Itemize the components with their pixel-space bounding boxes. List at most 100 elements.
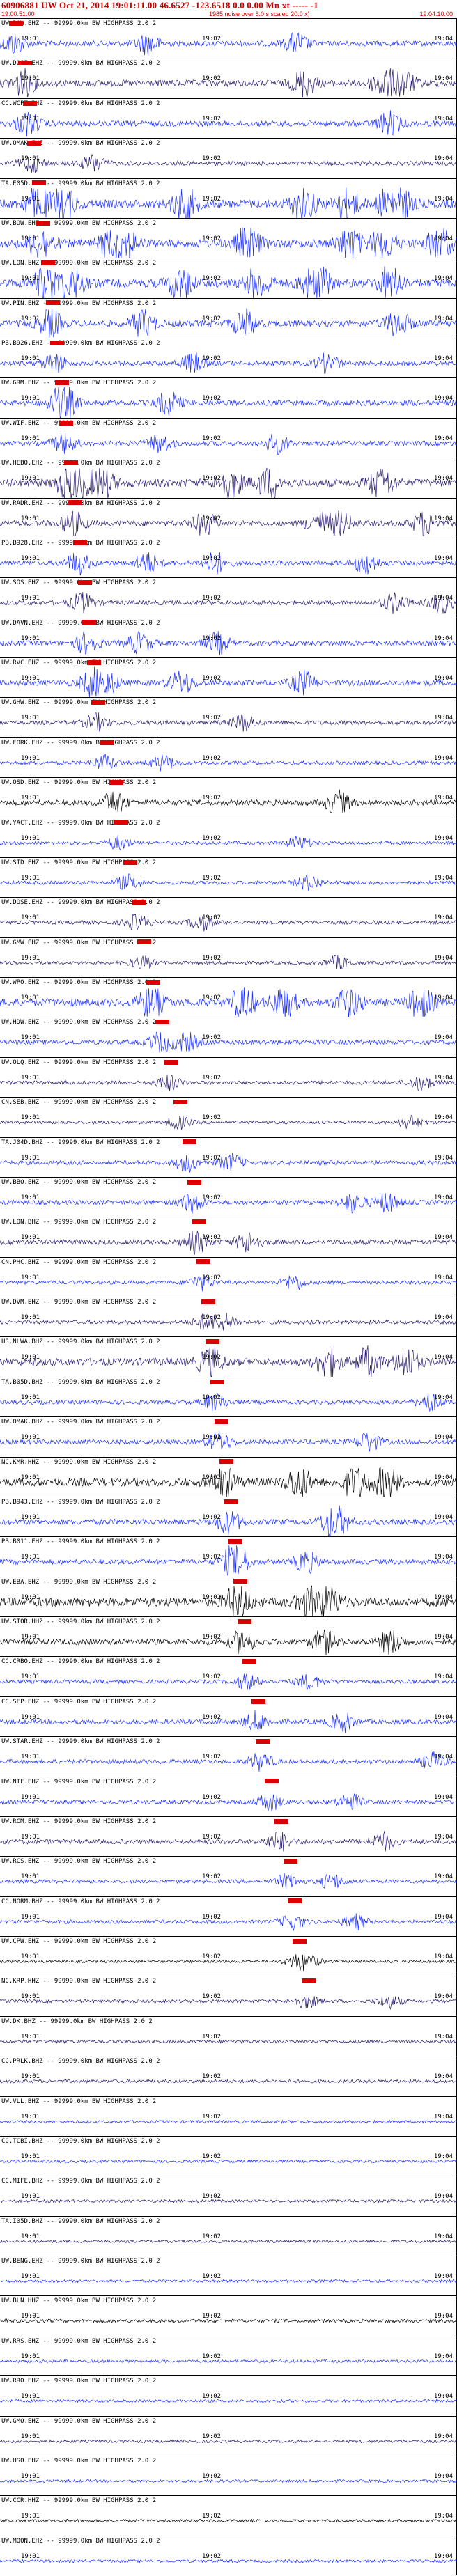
time-tick: 19:04: [433, 395, 453, 403]
arrival-pick-marker: [63, 460, 78, 465]
time-tick: 19:02: [202, 2233, 222, 2240]
time-tick: 19:01: [21, 1554, 40, 1561]
arrival-pick-marker: [45, 300, 60, 306]
time-tick: 19:02: [202, 834, 222, 842]
time-tick: 19:02: [202, 1074, 222, 1082]
trace-row: CN.SEB.BHZ -- 99999.0km BW HIGHPASS 2.0 …: [0, 1097, 457, 1137]
time-tick: 19:04: [433, 834, 453, 842]
time-tick: 19:04: [433, 914, 453, 922]
waveform-line: [0, 2199, 457, 2203]
trace-row: PB.B928.EHZ -- 99999.0km BW HIGHPASS 2.0…: [0, 537, 457, 577]
time-tick: 19:01: [21, 2513, 40, 2520]
arrival-pick-marker: [274, 1818, 288, 1824]
time-tick: 19:02: [202, 1833, 222, 1841]
arrival-pick-marker: [256, 1738, 270, 1744]
waveform-line: [0, 1673, 457, 1691]
time-tick: 19:04: [433, 2313, 453, 2320]
time-tick: 19:02: [202, 874, 222, 882]
time-tick: 19:02: [202, 1513, 222, 1521]
arrival-pick-marker: [27, 140, 42, 146]
time-tick: 19:04: [433, 235, 453, 242]
trace-row: UW.EBA.EHZ -- 99999.0km BW HIGHPASS 2.0 …: [0, 1576, 457, 1617]
time-tick: 19:01: [21, 1953, 40, 1961]
arrival-pick-marker: [68, 500, 83, 506]
arrival-pick-marker: [288, 1898, 302, 1904]
station-label: UW.YACT.EHZ -- 99999.0km BW HIGHPASS 2.0…: [1, 819, 160, 827]
time-tick: 19:02: [202, 1673, 222, 1681]
trace-row: CC.SEP.EHZ -- 99999.0km BW HIGHPASS 2.0 …: [0, 1696, 457, 1736]
time-tick: 19:01: [21, 1354, 40, 1361]
trace-row: UW.NIF.EHZ -- 99999.0km BW HIGHPASS 2.0 …: [0, 1776, 457, 1816]
waveform-line: [0, 31, 457, 56]
station-label: UW.WIF.EHZ -- 99999.0km BW HIGHPASS 2.0 …: [1, 419, 157, 427]
time-tick: 19:02: [202, 1394, 222, 1401]
trace-row: NC.KRP.HHZ -- 99999.0km BW HIGHPASS 2.0 …: [0, 1976, 457, 2015]
station-label: UW.OMAK.BHZ -- 99999.0km BW HIGHPASS 2.0…: [1, 1419, 160, 1426]
time-tick: 19:04: [433, 1793, 453, 1801]
time-tick: 19:01: [21, 1074, 40, 1082]
trace-row: UW.GMO.EHZ -- 99999.0km BW HIGHPASS 2.0 …: [0, 2415, 457, 2456]
time-tick: 19:04: [433, 634, 453, 642]
time-tick: 19:02: [202, 2193, 222, 2201]
trace-row: UW.STAR.EHZ -- 99999.0km BW HIGHPASS 2.0…: [0, 1736, 457, 1776]
station-label: UW.BLN.HHZ -- 99999.0km BW HIGHPASS 2.0 …: [1, 2297, 157, 2305]
time-tick: 19:01: [21, 1993, 40, 2001]
station-label: CC.PRLK.BHZ -- 99999.0km BW HIGHPASS 2.0…: [1, 2058, 160, 2066]
trace-row: CN.PHC.BHZ -- 99999.0km BW HIGHPASS 2.0 …: [0, 1256, 457, 1297]
time-tick: 19:02: [202, 1993, 222, 2001]
time-tick: 19:04: [433, 315, 453, 322]
time-tick: 19:01: [21, 1274, 40, 1281]
time-tick: 19:04: [433, 1993, 453, 2001]
time-tick: 19:04: [433, 1593, 453, 1601]
station-label: UW.HSO.EHZ -- 99999.0km BW HIGHPASS 2.0 …: [1, 2457, 157, 2465]
station-label: UW.RRO.EHZ -- 99999.0km BW HIGHPASS 2.0 …: [1, 2378, 157, 2385]
trace-row: TA.J04D.BHZ -- 99999.0km BW HIGHPASS 2.0…: [0, 1137, 457, 1177]
trace-row: UW.WIF.EHZ -- 99999.0km BW HIGHPASS 2.0 …: [0, 417, 457, 458]
time-tick: 19:02: [202, 634, 222, 642]
time-tick: 19:02: [202, 395, 222, 403]
waveform-line: [0, 873, 457, 891]
station-label: US.NLWA.BHZ -- 99999.0km BW HIGHPASS 2.0…: [1, 1338, 160, 1346]
waveform-line: [0, 110, 457, 136]
time-tick: 19:02: [202, 2113, 222, 2121]
waveform-line: [0, 789, 457, 814]
time-tick: 19:01: [21, 1114, 40, 1122]
arrival-pick-marker: [31, 180, 46, 186]
station-label: UW.RCS.EHZ -- 99999.0km BW HIGHPASS 2.0 …: [1, 1858, 157, 1866]
time-tick: 19:02: [202, 2313, 222, 2320]
time-tick: 19:02: [202, 1953, 222, 1961]
trace-row: UW.VLL.BHZ -- 99999.0km BW HIGHPASS 2.0 …: [0, 2095, 457, 2136]
trace-row: TA.B05D.BHZ -- 99999.0km BW HIGHPASS 2.0…: [0, 1376, 457, 1416]
time-tick: 19:04: [433, 1074, 453, 1082]
trace-row: CC.MIFE.BHZ -- 99999.0km BW HIGHPASS 2.0…: [0, 2176, 457, 2215]
arrival-pick-marker: [215, 1419, 229, 1424]
trace-row: UW.BBO.EHZ -- 99999.0km BW HIGHPASS 2.0 …: [0, 1176, 457, 1217]
arrival-pick-marker: [54, 380, 69, 386]
trace-row: CC.WCPT.BHZ -- 99999.0km BW HIGHPASS 2.0…: [0, 97, 457, 138]
time-tick: 19:01: [21, 595, 40, 602]
arrival-pick-marker: [91, 700, 106, 705]
time-tick: 19:04: [433, 2433, 453, 2440]
trace-row: UW.RRO.EHZ -- 99999.0km BW HIGHPASS 2.0 …: [0, 2375, 457, 2415]
time-tick: 19:04: [433, 435, 453, 442]
time-tick: 19:04: [433, 874, 453, 882]
time-tick: 19:02: [202, 1034, 222, 1042]
station-label: TA.I05D.BHZ -- 99999.0km BW HIGHPASS 2.0…: [1, 2217, 160, 2225]
arrival-pick-marker: [86, 659, 101, 665]
waveform-line: [0, 2318, 457, 2324]
end-time: 19:04:10.00: [419, 10, 453, 17]
station-label: UW.CPW.EHZ -- 99999.0km BW HIGHPASS 2.0 …: [1, 1938, 157, 1945]
station-label: CC.MIFE.BHZ -- 99999.0km BW HIGHPASS 2.0…: [1, 2178, 160, 2185]
time-tick: 19:02: [202, 1873, 222, 1881]
station-label: UW.DVM.EHZ -- 99999.0km BW HIGHPASS 2.0 …: [1, 1299, 157, 1306]
waveform-line: [0, 2559, 457, 2563]
time-tick: 19:01: [21, 715, 40, 722]
waveform-line: [0, 1431, 457, 1452]
station-label: UW.FORK.EHZ -- 99999.0km BW HIGHPASS 2.0…: [1, 739, 160, 747]
time-tick: 19:04: [433, 36, 453, 43]
trace-row: UW.OLQ.EHZ -- 99999.0km BW HIGHPASS 2.0 …: [0, 1056, 457, 1097]
arrival-pick-marker: [183, 1139, 197, 1145]
time-tick: 19:02: [202, 1474, 222, 1481]
time-tick: 19:02: [202, 515, 222, 522]
trace-row: UW.YACT.EHZ -- 99999.0km BW HIGHPASS 2.0…: [0, 817, 457, 857]
